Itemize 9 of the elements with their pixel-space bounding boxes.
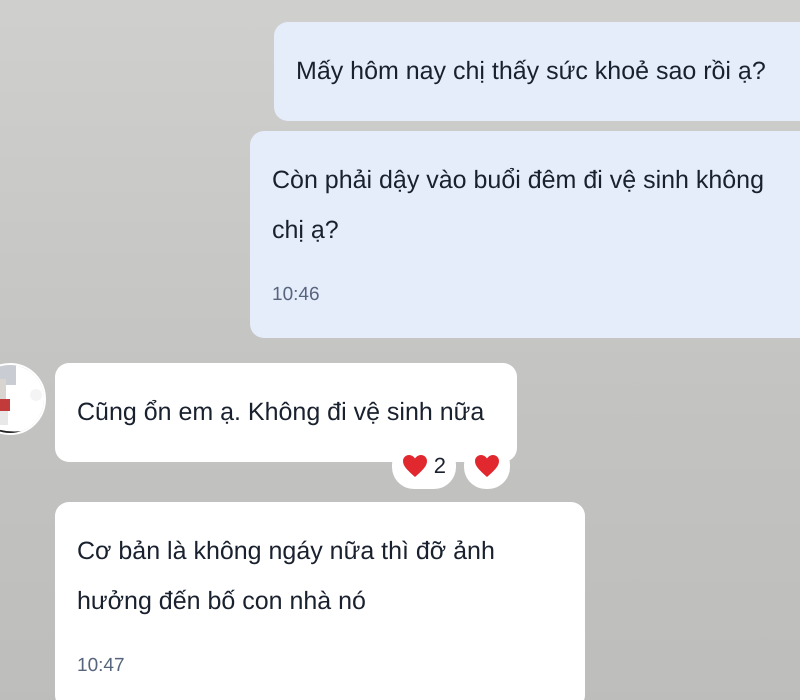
- heart-icon: [474, 454, 500, 478]
- message-time: 10:47: [77, 654, 126, 678]
- message-time: 10:46: [272, 283, 321, 307]
- message-text: Cũng ổn em ạ. Không đi vệ sinh nữa: [77, 397, 486, 428]
- message-text: Còn phải dậy vào buổi đêm đi vệ sinh không chị ạ?: [272, 165, 765, 246]
- message-text: Mấy hôm nay chị thấy sức khoẻ sao rồi ạ?: [296, 56, 767, 87]
- heart-icon: [402, 454, 428, 478]
- reaction-count: 2: [434, 452, 446, 480]
- message-text: Cơ bản là không ngáy nữa thì đỡ ảnh hưởng đến bố con nhà nó: [77, 536, 496, 617]
